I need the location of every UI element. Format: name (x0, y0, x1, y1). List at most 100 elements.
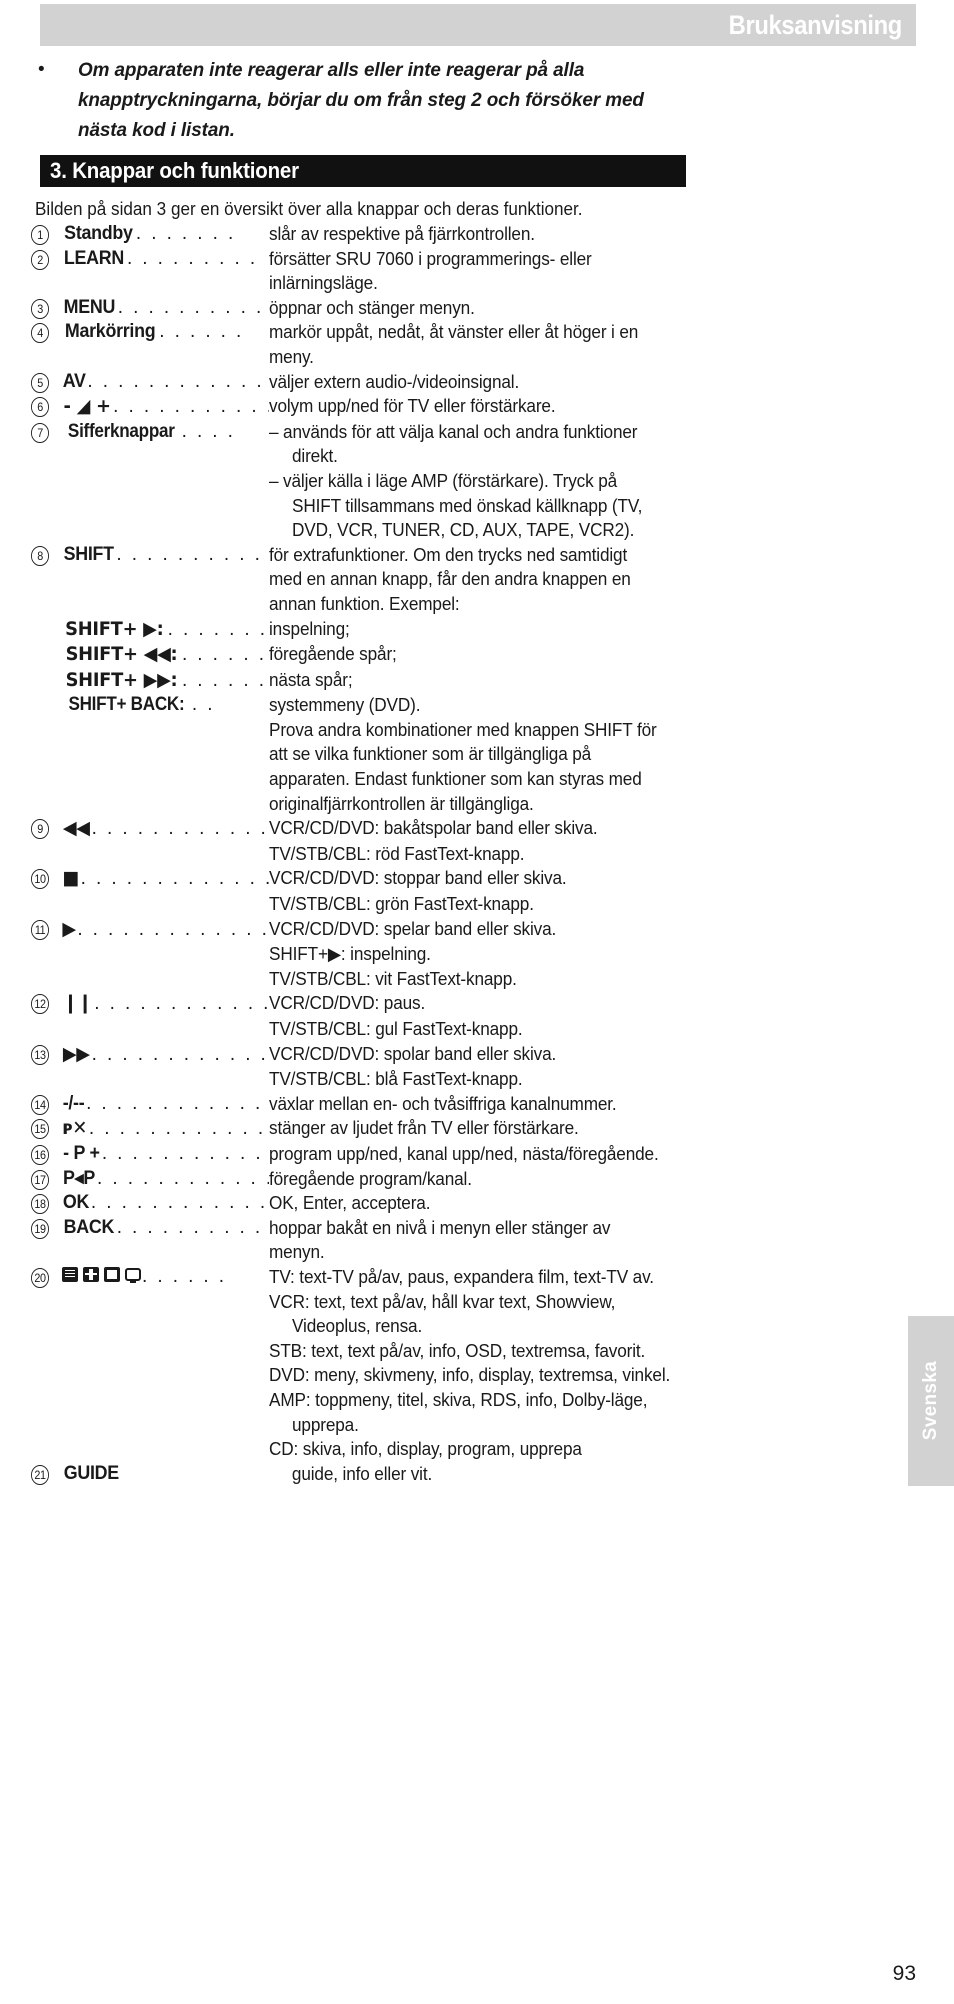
dot-leader: . . . . . . . . . . . . . (90, 1192, 269, 1214)
entry-continuation-line: VCR: text, text på/av, håll kvar text, S… (30, 1290, 730, 1315)
entry-key-cell: - P +. . . . . . . . . . . . (62, 1142, 269, 1167)
function-entry: 9 ◀◀. . . . . . . . . . . . . .VCR/CD/DVD… (30, 816, 730, 842)
entry-key-cell: Markörring. . . . . . (62, 320, 269, 345)
entry-continuation-line: annan funktion. Exempel: (30, 592, 730, 617)
entry-description: VCR/CD/DVD: spelar band eller skiva. (269, 918, 557, 939)
entry-continuation-line: CD: skiva, info, display, program, uppre… (30, 1437, 730, 1462)
entry-number-cell: 4 (30, 320, 62, 344)
entry-number-cell: 16 (30, 1142, 62, 1165)
continuation-text: TV/STB/CBL: vit FastText-knapp. (269, 968, 517, 989)
entry-description: VCR/CD/DVD: spolar band eller skiva. (269, 1043, 557, 1064)
continuation-text: SHIFT tillsammans med önskad källknapp (… (292, 495, 643, 516)
entry-key-label: -/-- (62, 1092, 85, 1114)
continuation-indent (30, 967, 269, 992)
entry-key-label: Standby (64, 223, 133, 244)
entry-key-cell: MENU. . . . . . . . . . (62, 296, 269, 321)
entry-continuation-line: att se vilka funktioner som är tillgängl… (30, 742, 730, 767)
entry-description: stänger av ljudet från TV eller förstärk… (269, 1118, 579, 1139)
function-entry: 6 - ◢ +. . . . . . . . . . . volym upp/ned… (30, 394, 730, 420)
entry-key-label: SHIFT+ ▶▶: (65, 668, 178, 691)
dot-leader: . . . . . . . . . . . . . (91, 1043, 269, 1065)
entry-number-cell (30, 668, 62, 671)
entry-number-badge: 7 (31, 422, 49, 443)
entry-key-label: OK (62, 1192, 90, 1214)
continuation-indent (30, 592, 269, 617)
teletext-off-icon (125, 1267, 141, 1283)
continuation-indent (30, 567, 269, 592)
continuation-indent (30, 742, 269, 767)
entry-key-cell: SHIFT+ ▶▶:. . . . . . (62, 668, 269, 694)
continuation-indent (30, 444, 292, 469)
entry-description: väljer extern audio-/videoinsignal. (269, 371, 520, 392)
continuation-text: TV/STB/CBL: röd FastText-knapp. (269, 843, 525, 864)
entry-number-cell: 13 (30, 1042, 62, 1065)
continuation-indent (30, 1314, 292, 1339)
entry-number-badge: 5 (31, 372, 49, 393)
function-entry: 13 ▶▶. . . . . . . . . . . . . VCR/CD/DVD:… (30, 1042, 730, 1068)
entry-number-badge: 14 (31, 1094, 49, 1115)
entry-number-badge: 18 (31, 1194, 49, 1215)
dot-leader: . . (191, 694, 215, 716)
entry-key-label: Sifferknappar (67, 420, 175, 442)
function-entry: SHIFT+ ▶:. . . . . . . inspelning; (30, 617, 730, 643)
entry-description: försätter SRU 7060 i programmerings- ell… (269, 248, 592, 269)
entry-description: för extrafunktioner. Om den trycks ned s… (269, 544, 628, 565)
entry-key-cell: SHIFT+ ▶:. . . . . . . (62, 617, 269, 643)
entry-key-cell: Standby. . . . . . . (62, 222, 269, 247)
dot-leader: . . . . (181, 420, 236, 442)
continuation-text: inlärningsläge. (269, 273, 378, 294)
continuation-text: Videoplus, rensa. (292, 1316, 423, 1337)
dot-leader: . . . . . . . (167, 618, 268, 640)
function-entry: 12 ❙❙. . . . . . . . . . . . . .VCR/CD/DV… (30, 991, 730, 1017)
page-header-band: Bruksanvisning (40, 4, 916, 46)
dot-leader: . . . . . . . (135, 223, 236, 244)
entry-key-label: - ◢ + (63, 395, 111, 418)
dot-leader: . . . . . . . . . . . . . . (94, 993, 269, 1015)
continuation-indent (30, 718, 269, 743)
entry-number-badge: 6 (31, 397, 49, 418)
entry-key-label: GUIDE (63, 1462, 119, 1484)
dot-leader: . . . . . . . . . . . . (101, 1142, 269, 1164)
entry-description: slår av respektive på fjärrkontrollen. (269, 224, 535, 244)
entry-key-label: SHIFT (63, 543, 114, 565)
dot-leader: . . . . . . . . . . . (113, 396, 269, 418)
entry-key-cell: ◀◀. . . . . . . . . . . . . . (62, 816, 269, 842)
function-entry: 5 AV. . . . . . . . . . . . . väljer exter… (30, 370, 730, 395)
section-lead-text: Bilden på sidan 3 ger en översikt över a… (35, 199, 583, 219)
entry-key-label: SHIFT+ ▶: (65, 617, 164, 640)
entry-key-label: - P + (63, 1142, 100, 1164)
entry-number-badge: 12 (31, 994, 49, 1015)
entry-key-label: ■ (62, 867, 80, 890)
intro-line: knapptryckningarna, börjar du om från st… (78, 89, 644, 111)
entry-continuation-line: DVD, VCR, TUNER, CD, AUX, TAPE, VCR2). (30, 518, 730, 543)
entry-continuation-line: TV/STB/CBL: blå FastText-knapp. (30, 1067, 730, 1092)
entry-number-badge: 8 (31, 545, 49, 566)
continuation-text: apparaten. Endast funktioner som kan sty… (269, 769, 642, 790)
dot-leader: . . . . . . . . . . . . . . (88, 1118, 269, 1140)
entry-continuation-line: inlärningsläge. (30, 271, 730, 296)
entry-number-badge: 9 (31, 819, 49, 840)
continuation-indent (30, 1240, 269, 1265)
entry-number-badge: 20 (31, 1267, 49, 1288)
entry-number-badge: 15 (31, 1119, 49, 1140)
entry-description: – används för att välja kanal och andra … (269, 421, 638, 442)
continuation-text: TV/STB/CBL: grön FastText-knapp. (269, 894, 534, 915)
continuation-indent (30, 1017, 269, 1042)
entry-key-cell: ▶▶. . . . . . . . . . . . . (62, 1042, 269, 1068)
entry-number-cell: 18 (30, 1191, 62, 1215)
entry-number-cell: 10 (30, 866, 62, 890)
entry-number-cell: 1 (30, 222, 62, 245)
entry-key-cell: -/--. . . . . . . . . . . . . . (62, 1092, 269, 1117)
continuation-indent (30, 1290, 269, 1315)
function-entry: 11 ▶. . . . . . . . . . . . . . VCR/CD/DVD… (30, 917, 730, 943)
continuation-text: DVD: meny, skivmeny, info, display, text… (269, 1365, 671, 1386)
dot-leader: . . . . . . . . . . (117, 296, 264, 318)
continuation-indent (30, 792, 269, 817)
entry-key-cell: ■. . . . . . . . . . . . . . (62, 866, 269, 892)
dot-leader: . . . . . . . . . . . . . . (77, 918, 269, 940)
dot-leader: . . . . . . . . . (126, 247, 258, 269)
continuation-indent (30, 345, 269, 370)
continuation-text: – väljer källa i läge AMP (förstärkare).… (269, 470, 618, 491)
entry-continuation-line: apparaten. Endast funktioner som kan sty… (30, 767, 730, 792)
function-entry: 20 . . . . . . TV: text-TV på/av, paus, ex… (30, 1265, 730, 1290)
